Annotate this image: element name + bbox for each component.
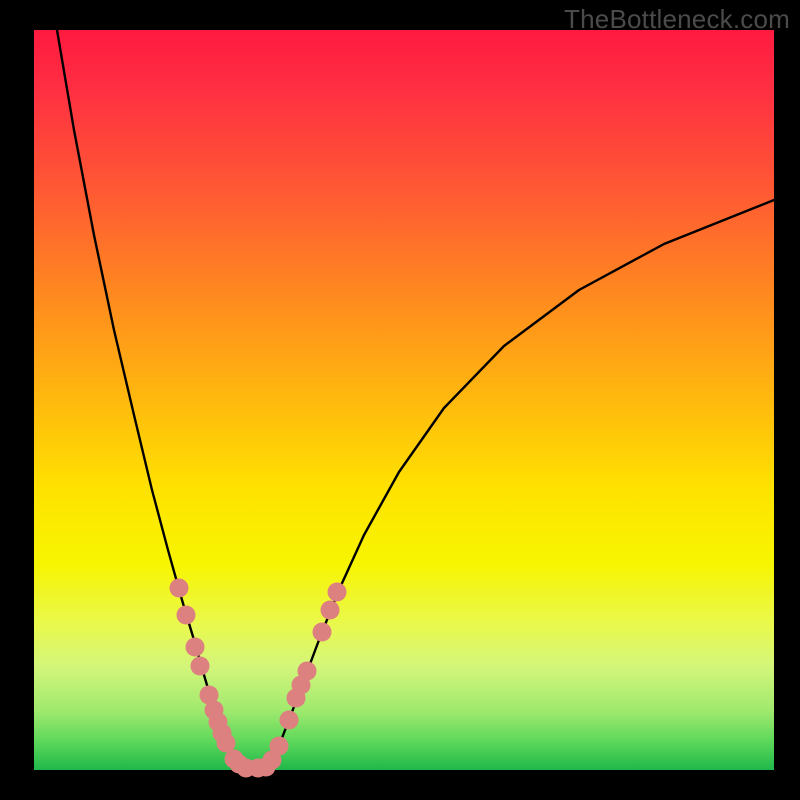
data-point [280, 711, 299, 730]
data-point [298, 662, 317, 681]
data-point [186, 638, 205, 657]
data-point [328, 583, 347, 602]
data-point [170, 579, 189, 598]
watermark-text: TheBottleneck.com [564, 4, 790, 35]
plot-area [34, 30, 774, 770]
curve-svg [34, 30, 774, 770]
data-point [191, 657, 210, 676]
data-point [313, 623, 332, 642]
data-point [177, 606, 196, 625]
data-point [321, 601, 340, 620]
data-point [270, 737, 289, 756]
bottleneck-curve [57, 30, 774, 769]
data-points-group [170, 579, 347, 778]
curve-group [57, 30, 774, 778]
chart-frame: TheBottleneck.com [0, 0, 800, 800]
